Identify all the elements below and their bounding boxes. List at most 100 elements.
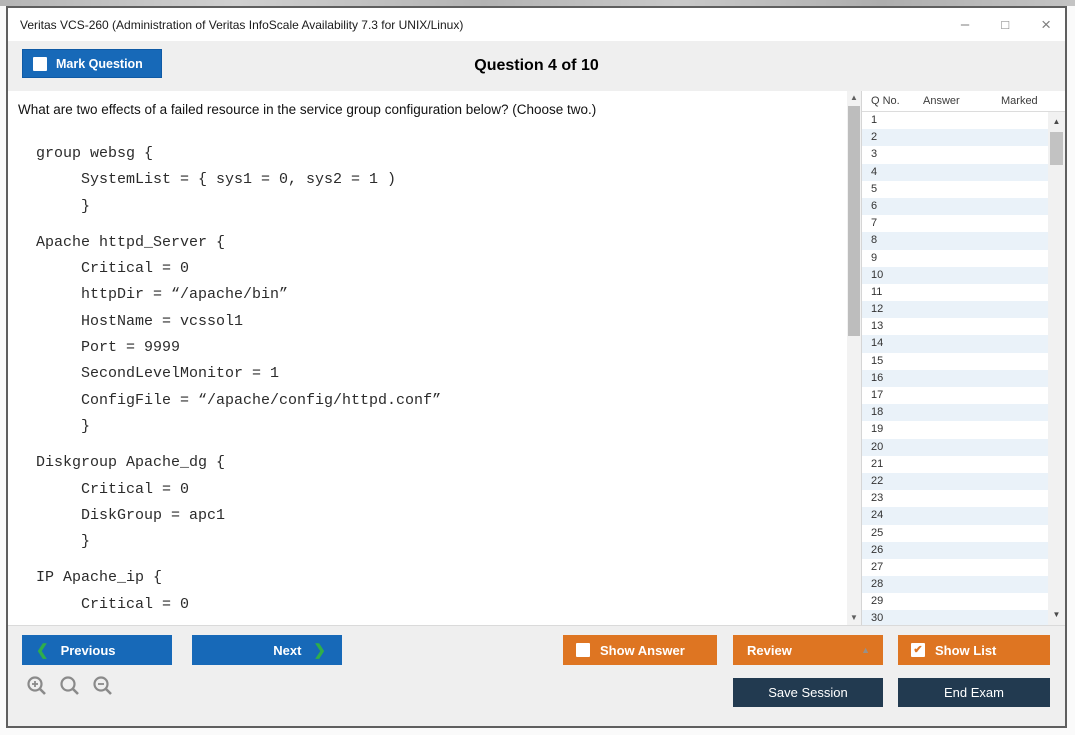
show-list-checkbox[interactable]: ✔ [911, 643, 925, 657]
end-exam-label: End Exam [944, 685, 1004, 700]
question-list-row[interactable]: 2 [862, 129, 1065, 146]
zoom-reset-icon[interactable] [58, 674, 82, 698]
column-header-qno: Q No. [871, 95, 923, 107]
question-list-row[interactable]: 9 [862, 250, 1065, 267]
code-line: group websg { [36, 141, 835, 167]
code-line: httpDir = “/apache/bin” [36, 282, 835, 308]
question-list-header: Q No. Answer Marked [862, 91, 1065, 112]
code-line: Critical = 0 [36, 477, 835, 503]
code-line: SystemList = { sys1 = 0, sys2 = 1 ) [36, 167, 835, 193]
titlebar: Veritas VCS-260 (Administration of Verit… [8, 8, 1065, 41]
list-scroll-up-icon[interactable]: ▲ [1048, 115, 1065, 129]
review-dropdown-button[interactable]: Review ▲ [733, 635, 883, 665]
next-button[interactable]: Next ❯ [192, 635, 342, 665]
question-list-row[interactable]: 17 [862, 387, 1065, 404]
question-list-row[interactable]: 25 [862, 525, 1065, 542]
list-scroll-down-icon[interactable]: ▼ [1048, 608, 1065, 622]
mark-question-label: Mark Question [56, 57, 143, 71]
question-list-row[interactable]: 6 [862, 198, 1065, 215]
save-session-button[interactable]: Save Session [733, 678, 883, 707]
show-answer-checkbox[interactable] [576, 643, 590, 657]
code-line: } [36, 529, 835, 555]
code-line: Port = 9999 [36, 335, 835, 361]
question-list-row[interactable]: 1 [862, 112, 1065, 129]
question-list-row[interactable]: 26 [862, 542, 1065, 559]
question-list-row[interactable]: 24 [862, 507, 1065, 524]
chevron-left-icon: ❮ [36, 641, 49, 659]
check-icon: ✔ [913, 645, 922, 656]
question-list-row[interactable]: 16 [862, 370, 1065, 387]
question-counter: Question 4 of 10 [8, 57, 1065, 75]
code-line: Apache httpd_Server { [36, 230, 835, 256]
question-list-row[interactable]: 7 [862, 215, 1065, 232]
question-list-row[interactable]: 15 [862, 353, 1065, 370]
question-list-row[interactable]: 14 [862, 335, 1065, 352]
content-area: What are two effects of a failed resourc… [8, 91, 1065, 625]
next-label: Next [273, 643, 301, 658]
question-list-row[interactable]: 4 [862, 164, 1065, 181]
question-list-row[interactable]: 30 [862, 610, 1065, 625]
question-list-row[interactable]: 12 [862, 301, 1065, 318]
question-list-row[interactable]: 20 [862, 439, 1065, 456]
question-list-row[interactable]: 28 [862, 576, 1065, 593]
question-list-rows: 1234567891011121314151617181920212223242… [862, 112, 1065, 625]
question-list-row[interactable]: 23 [862, 490, 1065, 507]
previous-label: Previous [61, 643, 116, 658]
scroll-down-icon[interactable]: ▼ [847, 611, 861, 625]
code-line [36, 220, 835, 230]
code-line: } [36, 194, 835, 220]
minimize-icon[interactable]: – [961, 17, 969, 32]
column-header-answer: Answer [923, 95, 1001, 107]
zoom-in-icon[interactable] [25, 674, 49, 698]
chevron-right-icon: ❯ [313, 641, 326, 659]
question-list-row[interactable]: 8 [862, 232, 1065, 249]
chevron-up-icon: ▲ [861, 645, 870, 655]
question-pane: What are two effects of a failed resourc… [8, 91, 847, 625]
code-line: ConfigFile = “/apache/config/httpd.conf” [36, 388, 835, 414]
mark-question-checkbox[interactable] [33, 57, 47, 71]
code-line: Diskgroup Apache_dg { [36, 450, 835, 476]
question-list-row[interactable]: 18 [862, 404, 1065, 421]
show-answer-button[interactable]: Show Answer [563, 635, 717, 665]
question-list-row[interactable]: 19 [862, 421, 1065, 438]
window-title: Veritas VCS-260 (Administration of Verit… [20, 18, 463, 32]
list-scrollbar-thumb[interactable] [1050, 132, 1063, 165]
show-list-button[interactable]: ✔ Show List [898, 635, 1050, 665]
window-controls: – □ × [961, 16, 1051, 33]
question-scrollbar-thumb[interactable] [848, 106, 860, 336]
list-scrollbar[interactable]: ▲ ▼ [1048, 112, 1065, 625]
column-header-marked: Marked [1001, 95, 1065, 107]
question-list-row[interactable]: 27 [862, 559, 1065, 576]
footer-toolbar: ❮ Previous Next ❯ Show Answer Review ▲ ✔… [8, 625, 1065, 726]
question-list-row[interactable]: 3 [862, 146, 1065, 163]
question-text: What are two effects of a failed resourc… [18, 100, 835, 120]
code-line [36, 440, 835, 450]
question-list-row[interactable]: 29 [862, 593, 1065, 610]
end-exam-button[interactable]: End Exam [898, 678, 1050, 707]
previous-button[interactable]: ❮ Previous [22, 635, 172, 665]
zoom-out-icon[interactable] [91, 674, 115, 698]
code-line: IP Apache_ip { [36, 565, 835, 591]
close-icon[interactable]: × [1041, 16, 1051, 33]
code-line: Critical = 0 [36, 592, 835, 618]
app-window: Veritas VCS-260 (Administration of Verit… [6, 6, 1067, 728]
scroll-up-icon[interactable]: ▲ [847, 91, 861, 105]
question-list-row[interactable]: 21 [862, 456, 1065, 473]
code-line: SecondLevelMonitor = 1 [36, 361, 835, 387]
code-line: HostName = vcssol1 [36, 309, 835, 335]
question-list-row[interactable]: 13 [862, 318, 1065, 335]
question-list-row[interactable]: 10 [862, 267, 1065, 284]
question-list-row[interactable]: 5 [862, 181, 1065, 198]
question-rows-container: 1234567891011121314151617181920212223242… [862, 112, 1065, 625]
code-line: Critical = 0 [36, 256, 835, 282]
code-line [36, 555, 835, 565]
question-scrollbar[interactable]: ▲ ▼ [847, 91, 861, 625]
zoom-toolbar [25, 674, 115, 698]
question-list-row[interactable]: 22 [862, 473, 1065, 490]
mark-question-button[interactable]: Mark Question [22, 49, 162, 78]
maximize-icon[interactable]: □ [1001, 18, 1009, 31]
code-line: } [36, 414, 835, 440]
question-list-panel: Q No. Answer Marked 12345678910111213141… [861, 91, 1065, 625]
code-line: DiskGroup = apc1 [36, 503, 835, 529]
question-list-row[interactable]: 11 [862, 284, 1065, 301]
